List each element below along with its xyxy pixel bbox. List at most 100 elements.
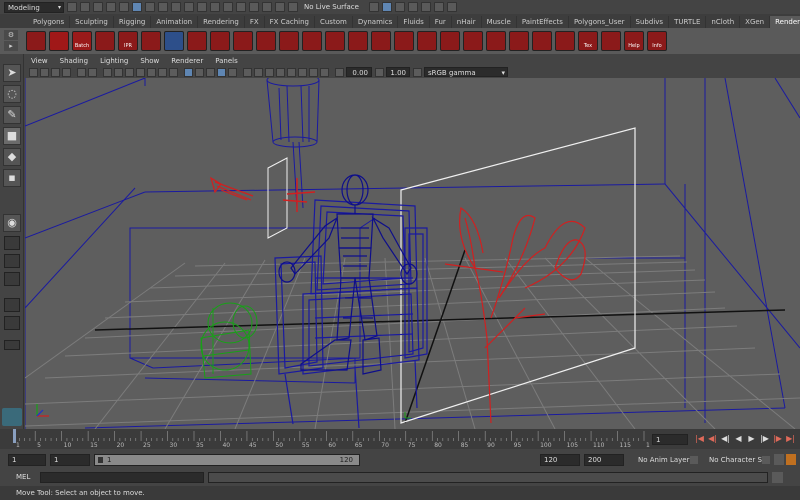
animation-end-field[interactable]: 200 — [584, 454, 624, 466]
tab-fx[interactable]: FX — [245, 16, 265, 28]
new-scene-icon[interactable] — [67, 2, 77, 12]
field-chart-icon[interactable] — [147, 67, 156, 77]
stop-icon[interactable] — [440, 31, 460, 51]
select-component-icon[interactable] — [158, 2, 168, 12]
layout-custom-icon[interactable] — [4, 316, 20, 330]
menu-view[interactable]: View — [25, 57, 54, 65]
modeling-toolkit-icon[interactable] — [420, 2, 431, 12]
layout-extra-icon[interactable] — [4, 340, 20, 350]
tab-nhair[interactable]: nHair — [452, 16, 482, 28]
timeline-ticks[interactable]: 1 5 10 15 20 25 30 35 40 45 50 55 60 65 70 75 80 85 90 95 10… — [0, 429, 650, 449]
paint-select-tool-icon[interactable]: ✎ — [3, 106, 21, 124]
shader-sphere-icon[interactable] — [187, 31, 207, 51]
go-to-start-icon[interactable]: |◀ — [693, 433, 706, 445]
lasso-tool-icon[interactable]: ◌ — [3, 85, 21, 103]
playback-end-field[interactable]: 120 — [540, 454, 580, 466]
ipr-render-icon[interactable] — [288, 2, 298, 12]
shelf-gear-icon[interactable]: ⚙ — [4, 30, 18, 40]
tab-muscle[interactable]: Muscle — [482, 16, 517, 28]
go-to-end-icon[interactable]: ▶| — [784, 433, 797, 445]
image-icon[interactable] — [348, 31, 368, 51]
sun-icon[interactable] — [509, 31, 529, 51]
image-plane-icon[interactable] — [62, 67, 71, 77]
auto-key-icon[interactable] — [786, 454, 796, 465]
snap-point-icon[interactable] — [197, 2, 207, 12]
render-view-icon[interactable] — [262, 2, 272, 12]
wireframe-icon[interactable] — [184, 67, 193, 77]
xray-joints-icon[interactable] — [228, 67, 237, 77]
scale-tool-icon[interactable]: ▪ — [3, 169, 21, 187]
menu-panels[interactable]: Panels — [209, 57, 244, 65]
animation-start-field[interactable]: 1 — [8, 454, 46, 466]
smooth-shade-icon[interactable] — [195, 67, 204, 77]
current-frame-field[interactable]: 1 — [652, 434, 688, 445]
current-time-marker[interactable] — [13, 429, 16, 443]
make-live-icon[interactable] — [223, 2, 233, 12]
tab-rendering[interactable]: Rendering — [198, 16, 245, 28]
grid-icon[interactable] — [103, 67, 112, 77]
snap-curve-icon[interactable] — [184, 2, 194, 12]
redo-icon[interactable] — [119, 2, 129, 12]
character-set-dropdown-icon[interactable] — [762, 456, 770, 464]
pin-icon[interactable] — [371, 31, 391, 51]
shelf-menu-arrow-icon[interactable]: ▸ — [4, 41, 18, 51]
select-hierarchy-icon[interactable] — [132, 2, 142, 12]
fire-icon[interactable] — [463, 31, 483, 51]
color-management-icon[interactable] — [413, 67, 422, 77]
shader-sphere-2-icon[interactable] — [210, 31, 230, 51]
range-grip-icon[interactable] — [98, 457, 103, 463]
anim-layer-dropdown-icon[interactable] — [690, 456, 698, 464]
tab-painteffects[interactable]: PaintEffects — [517, 16, 569, 28]
menu-renderer[interactable]: Renderer — [165, 57, 209, 65]
tab-fluids[interactable]: Fluids — [398, 16, 430, 28]
safe-title-icon[interactable] — [169, 67, 178, 77]
shadows-icon[interactable] — [265, 67, 274, 77]
camera-attributes-icon[interactable] — [40, 67, 49, 77]
snap-view-icon[interactable] — [210, 2, 220, 12]
layout-persp-graph-icon[interactable] — [4, 272, 20, 286]
tab-ncloth[interactable]: nCloth — [706, 16, 741, 28]
batch-render-icon[interactable]: Batch — [72, 31, 92, 51]
cube-icon[interactable] — [555, 31, 575, 51]
film-gate-icon[interactable] — [114, 67, 123, 77]
rotate-tool-icon[interactable]: ◆ — [3, 148, 21, 166]
undo-icon[interactable] — [106, 2, 116, 12]
motion-blur-icon[interactable] — [287, 67, 296, 77]
texture-icon[interactable]: Tex — [578, 31, 598, 51]
select-camera-icon[interactable] — [29, 67, 38, 77]
menu-set-dropdown[interactable]: Modeling ▾ — [4, 1, 64, 13]
multisample-icon[interactable] — [298, 67, 307, 77]
isolate-select-icon[interactable] — [320, 67, 329, 77]
portal-light-icon[interactable] — [302, 31, 322, 51]
shader-ball-icon[interactable] — [417, 31, 437, 51]
play-backwards-icon[interactable]: ◀ — [732, 433, 745, 445]
bookmark-icon[interactable] — [51, 67, 60, 77]
use-all-lights-icon[interactable] — [254, 67, 263, 77]
layout-hypershade-icon[interactable] — [4, 298, 20, 312]
layout-persp-outliner-icon[interactable] — [4, 254, 20, 268]
range-slider-bar[interactable]: 1 120 — [94, 454, 360, 466]
cross-icon[interactable] — [532, 31, 552, 51]
step-back-key-icon[interactable]: ◀| — [706, 433, 719, 445]
hair-icon[interactable] — [394, 31, 414, 51]
tab-custom[interactable]: Custom — [315, 16, 353, 28]
camera-icon[interactable] — [433, 2, 444, 12]
view-transform-dropdown[interactable]: sRGB gamma ▾ — [424, 67, 508, 77]
save-scene-icon[interactable] — [93, 2, 103, 12]
textured-icon[interactable] — [243, 67, 252, 77]
gamma-field[interactable]: 1.00 — [386, 67, 410, 77]
light-bulb-icon[interactable] — [141, 31, 161, 51]
character-set-label[interactable]: No Character Set — [709, 454, 769, 466]
wave-icon[interactable] — [601, 31, 621, 51]
safe-action-icon[interactable] — [158, 67, 167, 77]
tab-fx-caching[interactable]: FX Caching — [265, 16, 315, 28]
step-forward-key-icon[interactable]: |▶ — [771, 433, 784, 445]
xray-icon[interactable] — [217, 67, 226, 77]
wireframe-on-shaded-icon[interactable] — [206, 67, 215, 77]
mel-input[interactable] — [40, 472, 204, 483]
help-icon[interactable]: Help — [624, 31, 644, 51]
ambient-occlusion-icon[interactable] — [276, 67, 285, 77]
perspective-viewport[interactable] — [25, 78, 800, 429]
snap-grid-icon[interactable] — [171, 2, 181, 12]
bulb-icon[interactable] — [486, 31, 506, 51]
